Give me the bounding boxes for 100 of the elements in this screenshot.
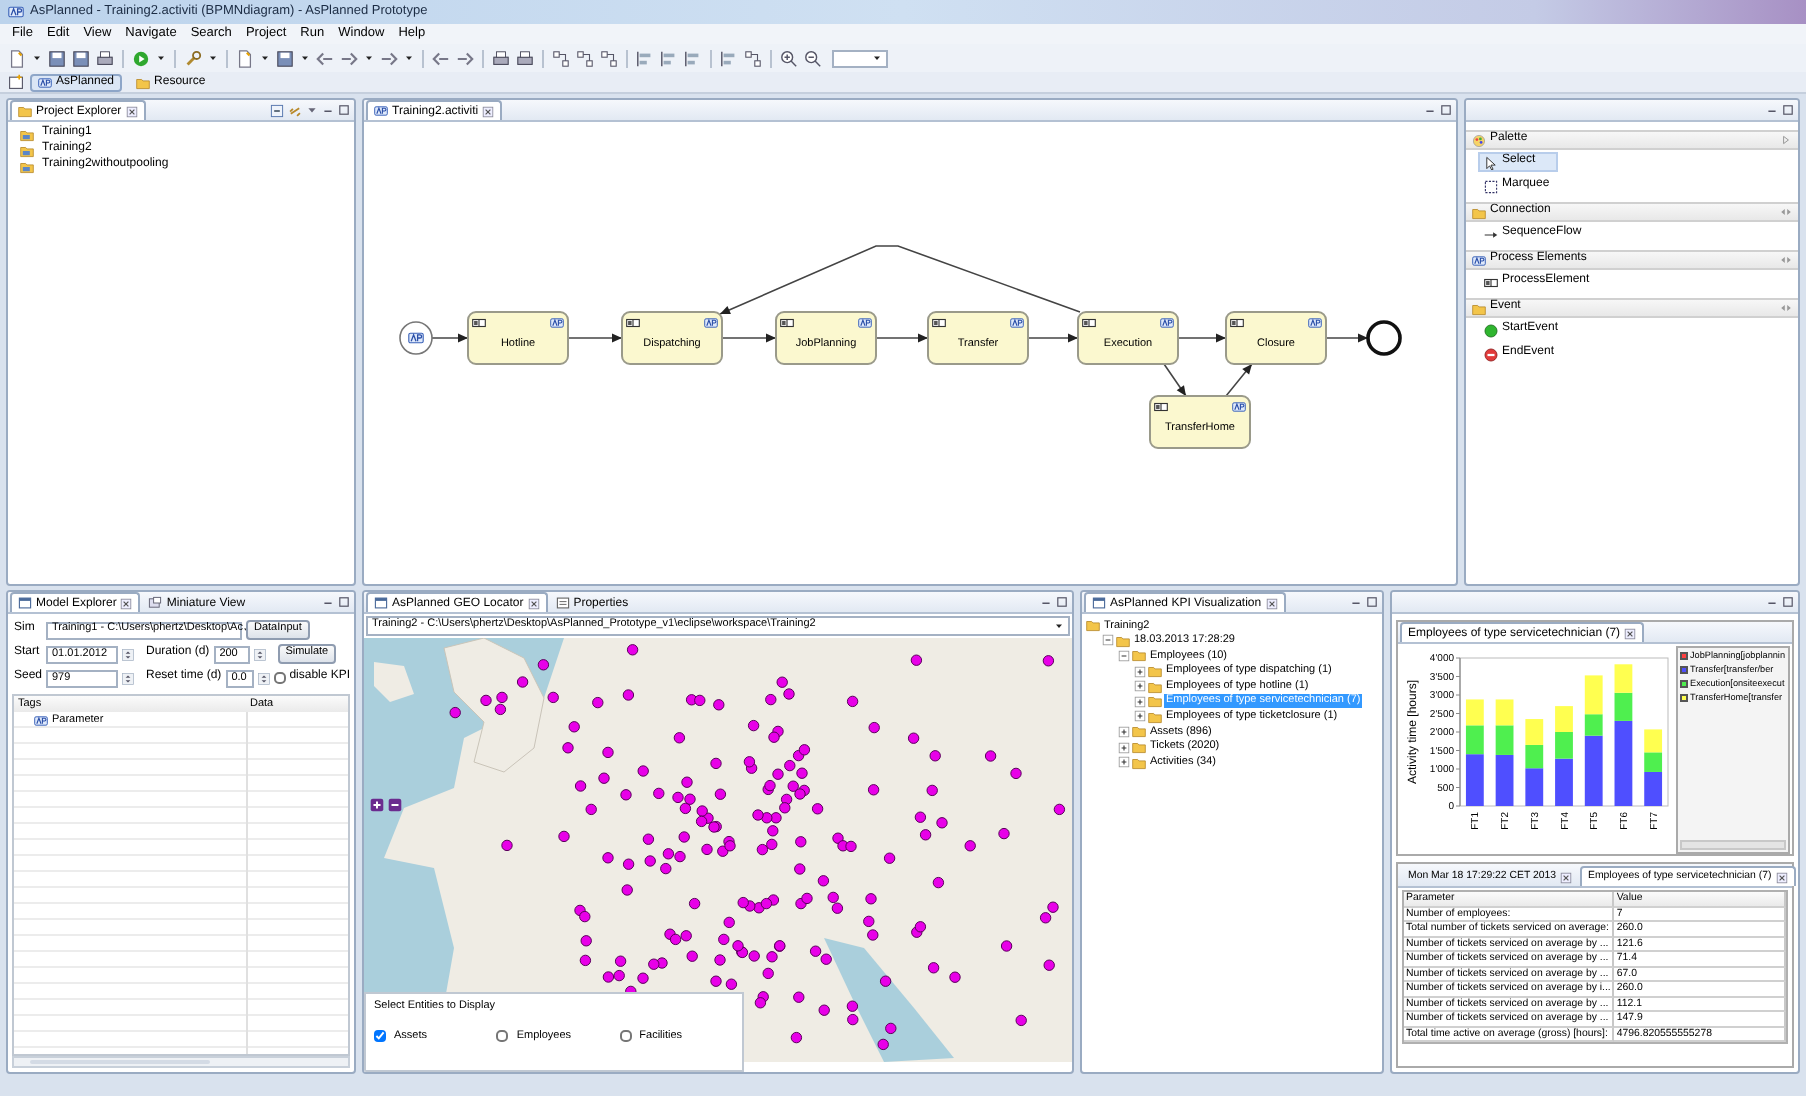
close-icon[interactable]: [482, 105, 495, 117]
maximize-icon[interactable]: [1056, 596, 1068, 608]
app-logo-icon: [1232, 402, 1246, 412]
maximize-icon[interactable]: [1440, 104, 1452, 116]
save-icon[interactable]: [72, 49, 90, 67]
open-perspective-icon[interactable]: [8, 74, 24, 90]
forward-arrow-icon[interactable]: [456, 49, 474, 67]
collapse-icon[interactable]: [1118, 649, 1130, 662]
task-node[interactable]: [1225, 311, 1327, 365]
save-icon[interactable]: [276, 49, 294, 67]
layout-icon[interactable]: [744, 49, 762, 67]
folder-icon: [1472, 301, 1486, 315]
maximize-icon[interactable]: [1782, 596, 1794, 608]
task-node[interactable]: [1077, 311, 1179, 365]
task-type-icon: [780, 319, 794, 327]
expand-icon[interactable]: [1118, 741, 1130, 754]
spinner-icon[interactable]: [122, 669, 134, 687]
end-event[interactable]: [1366, 320, 1402, 356]
spinner-icon[interactable]: [122, 645, 134, 663]
print-icon[interactable]: [516, 49, 534, 67]
task-node[interactable]: [775, 311, 877, 365]
maximize-icon[interactable]: [1782, 104, 1794, 116]
horizontal-scrollbar[interactable]: [1680, 840, 1786, 850]
minimize-icon[interactable]: [1040, 596, 1052, 608]
caret-icon: [872, 52, 882, 64]
task-node[interactable]: [467, 311, 569, 365]
save-icon[interactable]: [48, 49, 66, 67]
new-file-icon[interactable]: [236, 49, 254, 67]
entity-checkbox[interactable]: [619, 1030, 632, 1043]
view-menu-icon[interactable]: [306, 103, 318, 115]
sequence-flow-arrow: [721, 333, 777, 343]
minimize-icon[interactable]: [1350, 596, 1362, 608]
align-icon[interactable]: [636, 49, 654, 67]
task-type-icon: [932, 319, 946, 327]
maximize-icon[interactable]: [338, 596, 350, 608]
collapse-arrows-icon[interactable]: [1780, 206, 1792, 218]
layout-icon[interactable]: [576, 49, 594, 67]
new-file-icon[interactable]: [8, 49, 26, 67]
close-icon[interactable]: [1624, 627, 1637, 639]
expand-icon[interactable]: [1134, 710, 1146, 723]
task-type-icon: [1230, 319, 1244, 327]
wrench-icon[interactable]: [184, 49, 202, 67]
close-icon[interactable]: [1775, 871, 1788, 883]
close-icon[interactable]: [527, 597, 540, 609]
app-logo-icon: [704, 318, 718, 328]
layout-icon[interactable]: [600, 49, 618, 67]
maximize-icon[interactable]: [1366, 596, 1378, 608]
minimize-icon[interactable]: [322, 596, 334, 608]
task-type-icon: [1154, 403, 1168, 411]
entity-checkbox[interactable]: [374, 1030, 386, 1043]
zoom-out-icon[interactable]: [804, 49, 822, 67]
folder-icon: [1472, 205, 1486, 219]
expand-icon[interactable]: [1118, 725, 1130, 738]
task-type-icon: [472, 319, 486, 327]
close-icon[interactable]: [1560, 871, 1573, 883]
align-icon[interactable]: [720, 49, 738, 67]
maximize-icon[interactable]: [338, 103, 350, 115]
close-icon[interactable]: [1265, 597, 1278, 609]
sequence-flow-arrow: [1177, 333, 1227, 343]
minimize-icon[interactable]: [1766, 104, 1778, 116]
task-node[interactable]: [1149, 395, 1251, 449]
app-logo-icon: [38, 75, 52, 89]
close-icon[interactable]: [125, 105, 138, 117]
task-node[interactable]: [927, 311, 1029, 365]
link-editor-icon[interactable]: [288, 103, 302, 117]
caret-icon: [1054, 620, 1064, 632]
task-node[interactable]: [621, 311, 723, 365]
sequence-flow-arrow: [431, 333, 469, 343]
zoom-in-icon[interactable]: [780, 49, 798, 67]
map-drawing[interactable]: [364, 638, 1072, 1062]
disable-kpi-checkbox[interactable]: [273, 672, 286, 684]
spinner-icon[interactable]: [257, 669, 270, 687]
expand-icon[interactable]: [1134, 665, 1146, 678]
chart-bar: [1644, 729, 1663, 753]
chart-bar: [1555, 706, 1573, 732]
collapse-arrows-icon[interactable]: [1780, 254, 1792, 266]
print-icon[interactable]: [492, 49, 510, 67]
back-arrow-icon[interactable]: [316, 49, 334, 67]
entity-checkbox[interactable]: [496, 1030, 509, 1043]
forward-arrow-icon[interactable]: [340, 49, 358, 67]
align-icon[interactable]: [684, 49, 702, 67]
minimize-icon[interactable]: [1424, 104, 1436, 116]
collapse-all-icon[interactable]: [270, 103, 284, 117]
back-arrow-icon[interactable]: [432, 49, 450, 67]
spinner-icon[interactable]: [253, 645, 266, 663]
horizontal-scrollbar[interactable]: [12, 1056, 350, 1068]
window-icon: [18, 596, 32, 610]
print-icon[interactable]: [96, 49, 114, 67]
collapse-icon[interactable]: [1102, 634, 1114, 647]
sequence-flow-arrow: [567, 333, 623, 343]
close-icon[interactable]: [120, 597, 133, 609]
expand-icon[interactable]: [1118, 756, 1130, 769]
minimize-icon[interactable]: [1766, 596, 1778, 608]
run-icon[interactable]: [132, 49, 150, 67]
forward-arrow-icon[interactable]: [380, 49, 398, 67]
expand-icon[interactable]: [1134, 680, 1146, 693]
expand-icon[interactable]: [1134, 695, 1146, 708]
layout-icon[interactable]: [552, 49, 570, 67]
align-icon[interactable]: [660, 49, 678, 67]
collapse-arrows-icon[interactable]: [1780, 302, 1792, 314]
